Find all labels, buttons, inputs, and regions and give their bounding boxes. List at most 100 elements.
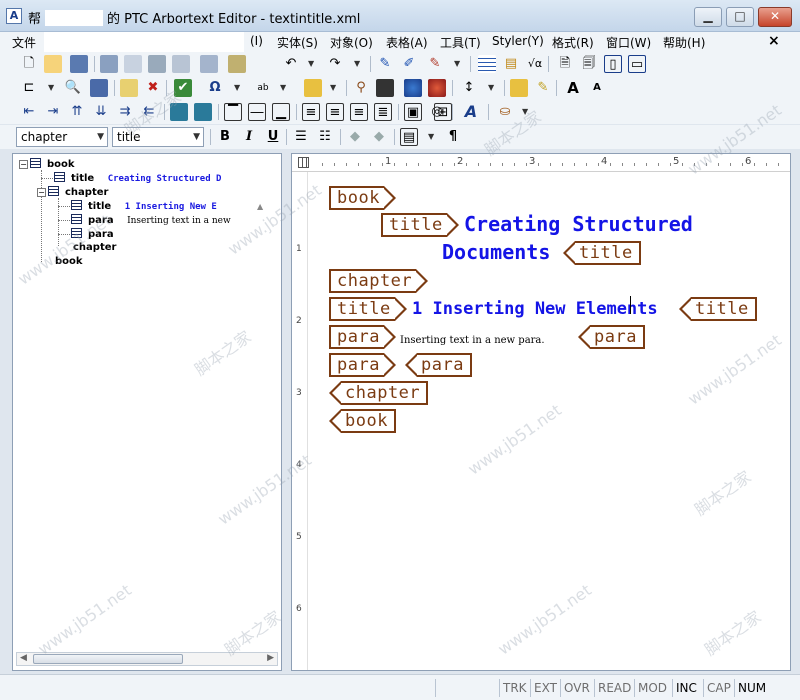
element-tree-button[interactable]: ⊏	[20, 79, 38, 97]
special-char-button[interactable]: Ω	[206, 79, 224, 97]
compose-button[interactable]: 🗐	[580, 55, 598, 73]
spell-dropdown-icon[interactable]: ▼	[280, 83, 286, 92]
tag-chapter-close[interactable]: chapter	[328, 381, 429, 405]
tag-para-close[interactable]: para	[578, 325, 645, 349]
chapter-title-text[interactable]: 1 Inserting New Elements	[412, 299, 658, 319]
editor-vertical-scrollbar[interactable]	[776, 172, 790, 670]
save-button[interactable]	[70, 55, 88, 73]
move-down-button[interactable]: ⇊	[92, 103, 110, 121]
tree-node-para-1[interactable]: para Inserting text in a new	[71, 214, 231, 226]
cut-button[interactable]	[172, 55, 190, 73]
previous-button[interactable]: ◆	[346, 128, 364, 146]
tag-para-open[interactable]: para	[329, 325, 396, 349]
edit-markup-button[interactable]: ✎	[426, 55, 444, 73]
bold-button[interactable]: B	[216, 128, 234, 146]
align-left-button[interactable]: ≡	[302, 103, 320, 121]
promote-button[interactable]: ⇉	[116, 103, 134, 121]
menu-help[interactable]: 帮助(H)	[663, 34, 705, 51]
tree-collapse-chapter[interactable]: −	[37, 188, 46, 197]
split-horizontal-button[interactable]: ▭	[628, 55, 646, 73]
change-markup-button[interactable]: ✐	[400, 55, 418, 73]
link-button[interactable]: ⚲	[352, 79, 370, 97]
insert-equation-button[interactable]: √α	[526, 55, 544, 73]
copy-button[interactable]	[200, 55, 218, 73]
indent-left-button[interactable]: ⇤	[20, 103, 38, 121]
menu-window[interactable]: 窗口(W)	[606, 34, 651, 51]
menu-tools[interactable]: 工具(T)	[440, 34, 481, 51]
image-button[interactable]: ▣	[404, 103, 422, 121]
tree-node-chapter-title[interactable]: title 1 Inserting New E	[71, 200, 217, 212]
delete-button[interactable]: ✖	[144, 79, 162, 97]
italic-button[interactable]: I	[240, 128, 258, 146]
preview-button[interactable]	[124, 55, 142, 73]
line-spacing-button[interactable]: ↕	[460, 79, 478, 97]
undo-dropdown-icon[interactable]: ▼	[308, 59, 314, 68]
insert-graphic-button[interactable]: ▤	[502, 55, 520, 73]
table-grid-button[interactable]: ⊞	[434, 103, 452, 121]
web-button[interactable]	[404, 79, 422, 97]
copy-element-button[interactable]	[90, 79, 108, 97]
tree-node-para-2[interactable]: para	[71, 228, 114, 240]
split-cells-button[interactable]	[194, 103, 212, 121]
markup-dropdown-icon[interactable]: ▼	[454, 59, 460, 68]
justify-button[interactable]: ≣	[374, 103, 392, 121]
merge-cells-button[interactable]	[170, 103, 188, 121]
tag-book-open[interactable]: book	[329, 186, 396, 210]
tree-horizontal-scrollbar[interactable]: ◀ ▶	[16, 652, 278, 666]
para-text[interactable]: Inserting text in a new para.	[400, 335, 545, 346]
tree-collapse-book[interactable]: −	[19, 160, 28, 169]
title-text-line1[interactable]: Creating Structured	[464, 212, 693, 236]
fill-color-button[interactable]: ⛀	[496, 103, 514, 121]
menu-insert[interactable]: (I)	[250, 34, 263, 48]
maximize-button[interactable]: □	[726, 7, 754, 27]
redo-dropdown-icon[interactable]: ▼	[354, 59, 360, 68]
move-up-button[interactable]: ⇈	[68, 103, 86, 121]
align-right-button[interactable]: ≡	[350, 103, 368, 121]
panel-splitter[interactable]	[284, 153, 289, 671]
insert-table-button[interactable]	[478, 55, 496, 73]
align-top-button[interactable]: ▔	[224, 103, 242, 121]
tree-node-chapter[interactable]: chapter	[48, 186, 108, 198]
split-vertical-button[interactable]: ▯	[604, 55, 622, 73]
open-button[interactable]	[44, 55, 62, 73]
menu-table[interactable]: 表格(A)	[386, 34, 428, 51]
align-bottom-button[interactable]: ▁	[272, 103, 290, 121]
title-text-line2[interactable]: Documents	[442, 240, 550, 264]
menu-entity[interactable]: 实体(S)	[277, 34, 318, 51]
view-dropdown-icon[interactable]: ▼	[428, 132, 434, 141]
indent-right-button[interactable]: ⇥	[44, 103, 62, 121]
next-button[interactable]: ◆	[370, 128, 388, 146]
preview-page-button[interactable]: 🗎	[556, 55, 574, 73]
find-button[interactable]: 🔍	[64, 79, 82, 97]
tag-book-close[interactable]: book	[329, 409, 396, 433]
bulleted-list-button[interactable]: ☷	[316, 128, 334, 146]
special-char-dropdown-icon[interactable]: ▼	[234, 83, 240, 92]
show-formatting-button[interactable]: ¶	[444, 128, 462, 146]
align-middle-button[interactable]: ―	[248, 103, 266, 121]
element-combo[interactable]: chapter ▼	[16, 127, 108, 147]
menu-object[interactable]: 对象(O)	[330, 34, 373, 51]
font-button[interactable]: A	[462, 103, 480, 121]
minimize-button[interactable]: ▁	[694, 7, 722, 27]
tree-node-book[interactable]: book	[30, 158, 75, 170]
menu-styler[interactable]: Styler(Y)	[492, 34, 544, 48]
redo-button[interactable]: ↷	[326, 55, 344, 73]
xref-button[interactable]	[376, 79, 394, 97]
paste-button[interactable]	[228, 55, 246, 73]
line-spacing-dropdown-icon[interactable]: ▼	[488, 83, 494, 92]
undo-button[interactable]: ↶	[282, 55, 300, 73]
view-button[interactable]: ▤	[400, 128, 418, 146]
tag-para2-open[interactable]: para	[329, 353, 396, 377]
tag-para2-close[interactable]: para	[405, 353, 472, 377]
scrollbar-thumb[interactable]	[33, 654, 183, 664]
tree-node-title[interactable]: title Creating Structured D	[54, 172, 221, 184]
bookmark-button[interactable]	[304, 79, 322, 97]
tag-button[interactable]	[120, 79, 138, 97]
shrink-font-button[interactable]: A	[588, 79, 606, 97]
insert-markup-button[interactable]: ✎	[376, 55, 394, 73]
numbered-list-button[interactable]: ☰	[292, 128, 310, 146]
record-button[interactable]	[428, 79, 446, 97]
menu-file[interactable]: 文件	[12, 34, 36, 51]
style-combo[interactable]: title ▼	[112, 127, 204, 147]
tag-chapter-open[interactable]: chapter	[329, 269, 429, 293]
